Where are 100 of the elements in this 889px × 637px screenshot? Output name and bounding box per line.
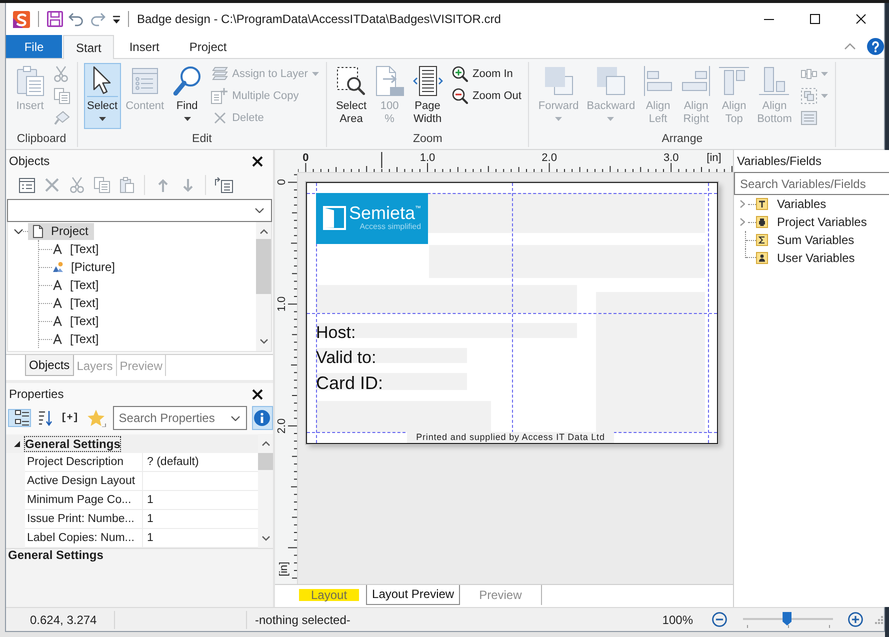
person-icon	[756, 252, 768, 264]
customize-caret-icon[interactable]	[112, 14, 121, 24]
property-value[interactable]: 1	[143, 510, 258, 528]
search-field[interactable]: Search Properties	[112, 406, 247, 430]
close-icon[interactable]	[252, 156, 263, 166]
undo-icon[interactable]	[68, 11, 84, 27]
ruler-label: 3.0	[663, 152, 679, 164]
close-icon	[856, 14, 866, 24]
scroll-down-icon[interactable]	[260, 339, 268, 344]
page-arrow-icon	[376, 66, 404, 96]
ruler-label: 0	[276, 179, 288, 186]
ruler-label: 1.0	[276, 296, 288, 312]
expand-all-button[interactable]: [+]	[58, 406, 81, 430]
tree-item[interactable]: Project	[28, 222, 94, 240]
ribbon-tab[interactable]: Start	[63, 35, 114, 59]
text-object-icon	[53, 280, 62, 290]
overlap-back-icon	[596, 66, 625, 94]
ribbon-button[interactable]: Zoom In	[450, 63, 522, 85]
ribbon-button[interactable]: Select	[84, 63, 121, 129]
text-variable-icon	[756, 198, 768, 210]
file-menu-button[interactable]: File	[6, 35, 62, 58]
help-icon[interactable]	[867, 38, 884, 55]
ribbon-tab[interactable]: Insert	[114, 35, 174, 58]
property-value[interactable]: 1	[143, 491, 258, 509]
categorized-list-icon	[15, 410, 30, 426]
tree-item[interactable]: [Text]	[52, 276, 103, 294]
canvas-tab[interactable]: Layout Preview	[366, 585, 460, 605]
scrollbar-thumb[interactable]	[258, 453, 273, 470]
tree-item[interactable]: Project Variables	[734, 213, 889, 231]
ribbon-group-label: Arrange	[660, 132, 704, 147]
maximize-icon	[810, 14, 820, 24]
property-name: Label Copies: Num...	[25, 529, 143, 547]
collapse-triangle-icon[interactable]	[14, 441, 20, 447]
chevron-down-icon[interactable]	[14, 228, 23, 234]
zoom-out-icon	[452, 88, 468, 104]
tree-item[interactable]: [Picture]	[52, 258, 120, 276]
ruler-label: 2.0	[542, 152, 557, 164]
chevron-right-icon[interactable]	[740, 218, 745, 226]
categorized-view-button[interactable]	[8, 409, 31, 427]
field-label: Card ID:	[316, 374, 384, 392]
tree-item[interactable]: [Text]	[52, 312, 103, 330]
chevron-right-icon[interactable]	[740, 200, 745, 208]
chevron-down-icon[interactable]	[255, 208, 264, 213]
filter-dropdown[interactable]	[7, 199, 272, 222]
collapse-caret-icon[interactable]	[844, 43, 856, 50]
property-value[interactable]: 1	[143, 529, 258, 547]
tree-item[interactable]: [Text]	[52, 330, 103, 348]
property-name: Issue Print: Numbe...	[25, 510, 143, 528]
text-object-icon	[53, 244, 62, 254]
ribbon-group-label: Clipboard	[16, 132, 68, 147]
tree-item[interactable]: Variables	[734, 195, 889, 213]
slider-thumb[interactable]	[782, 612, 792, 626]
tree-item[interactable]: User Variables	[734, 249, 889, 267]
field-label: Host:	[316, 324, 356, 341]
selection-status: -nothing selected-	[255, 612, 350, 626]
property-value[interactable]: ? (default)	[143, 453, 258, 471]
redo-icon[interactable]	[90, 11, 106, 27]
move-layer-icon[interactable]	[215, 177, 233, 193]
sort-icon	[38, 410, 52, 426]
minimize-icon	[764, 18, 774, 20]
picture-icon	[53, 262, 63, 272]
property-name: Active Design Layout	[25, 472, 143, 490]
tree-item[interactable]: Sum Variables	[734, 231, 889, 249]
search-field[interactable]: Search Variables/Fields	[734, 172, 889, 195]
tree-item[interactable]: [Text]	[52, 294, 103, 312]
ribbon-button[interactable]: Find	[169, 63, 206, 129]
ribbon-button[interactable]: Zoom Out	[450, 85, 522, 107]
window-title: Badge design - C:\ProgramData\AccessITData\Badges\VISITOR.crd	[137, 12, 501, 26]
tree-item[interactable]: [Text]	[52, 240, 103, 258]
ribbon-button[interactable]: Page Width	[410, 63, 446, 129]
panel-title: Variables/Fields	[737, 154, 822, 168]
ribbon-button[interactable]: Select Area	[332, 63, 370, 129]
scroll-up-icon[interactable]	[262, 441, 270, 446]
group-frame-icon	[800, 88, 817, 104]
list-view-icon[interactable]	[19, 178, 35, 192]
caret-icon	[312, 72, 319, 76]
clipboard-icon	[16, 66, 44, 96]
close-icon[interactable]	[252, 388, 263, 400]
scroll-down-icon[interactable]	[262, 536, 270, 541]
resize-grip-icon	[875, 616, 883, 624]
star-icon	[86, 409, 106, 427]
logo-wordmark: Semieta$^{™}$	[349, 204, 422, 222]
panel-tab[interactable]: Objects	[25, 355, 74, 376]
sigma-icon	[756, 234, 768, 246]
ruler-label: 1.0	[420, 152, 436, 164]
scrollbar[interactable]	[256, 222, 271, 351]
caret-icon	[555, 117, 562, 121]
caret-icon	[820, 94, 828, 98]
scrollbar-thumb[interactable]	[256, 239, 271, 294]
dashed-frame-magnifier-icon	[337, 66, 366, 94]
chevron-down-icon[interactable]	[230, 416, 240, 420]
align-top-icon	[719, 66, 750, 94]
save-icon[interactable]	[47, 11, 63, 27]
ribbon-tab[interactable]: Project	[174, 35, 242, 58]
info-button[interactable]	[252, 406, 273, 430]
layers-icon	[212, 67, 228, 81]
zoom-in-icon[interactable]	[848, 612, 863, 627]
zoom-out-icon[interactable]	[712, 612, 727, 627]
property-name: Project Description	[25, 453, 143, 471]
scroll-up-icon[interactable]	[260, 229, 268, 234]
